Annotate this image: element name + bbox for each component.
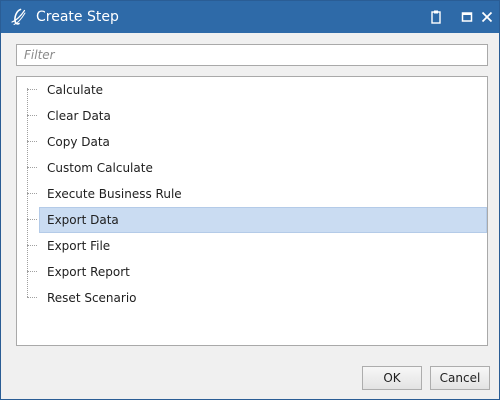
app-logo-icon [8,7,28,27]
step-type-tree: Calculate Clear Data Copy Data Custom Ca… [16,76,488,346]
tree-item-label: Copy Data [47,135,110,149]
tree-item-export-file[interactable]: Export File [17,233,487,259]
tree-branch-line [27,297,37,298]
tree-item-label: Reset Scenario [47,291,137,305]
maximize-icon[interactable] [459,9,475,25]
tree-item-export-data[interactable]: Export Data [17,207,487,233]
tree-item-copy-data[interactable]: Copy Data [17,129,487,155]
tree-item-label: Export Data [47,213,119,227]
tree-branch-line [27,115,37,116]
tree-item-reset-scenario[interactable]: Reset Scenario [17,285,487,311]
tree-item-label: Execute Business Rule [47,187,182,201]
tree-item-export-report[interactable]: Export Report [17,259,487,285]
create-step-dialog: Create Step Calcul [0,0,500,400]
tree-item-background [39,77,487,103]
tree-branch-line [27,141,37,142]
tree-item-label: Clear Data [47,109,111,123]
tree-item-label: Export Report [47,265,130,279]
tree-branch-line [27,245,37,246]
tree-item-label: Export File [47,239,111,253]
tree-branch-line [27,219,37,220]
tree-branch-line [27,193,37,194]
dialog-title: Create Step [36,9,119,25]
tree-item-calculate[interactable]: Calculate [17,77,487,103]
ok-button[interactable]: OK [362,366,422,390]
title-bar[interactable]: Create Step [1,1,499,33]
tree-list: Calculate Clear Data Copy Data Custom Ca… [17,77,487,345]
tree-item-clear-data[interactable]: Clear Data [17,103,487,129]
cancel-button[interactable]: Cancel [430,366,490,390]
clipboard-icon[interactable] [428,9,444,25]
close-icon[interactable] [479,9,495,25]
tree-item-label: Calculate [47,83,104,97]
filter-input[interactable] [16,44,488,66]
tree-item-custom-calculate[interactable]: Custom Calculate [17,155,487,181]
tree-branch-line [27,271,37,272]
tree-branch-line [27,167,37,168]
tree-item-label: Custom Calculate [47,161,153,175]
tree-item-execute-business-rule[interactable]: Execute Business Rule [17,181,487,207]
tree-branch-line [27,89,37,90]
